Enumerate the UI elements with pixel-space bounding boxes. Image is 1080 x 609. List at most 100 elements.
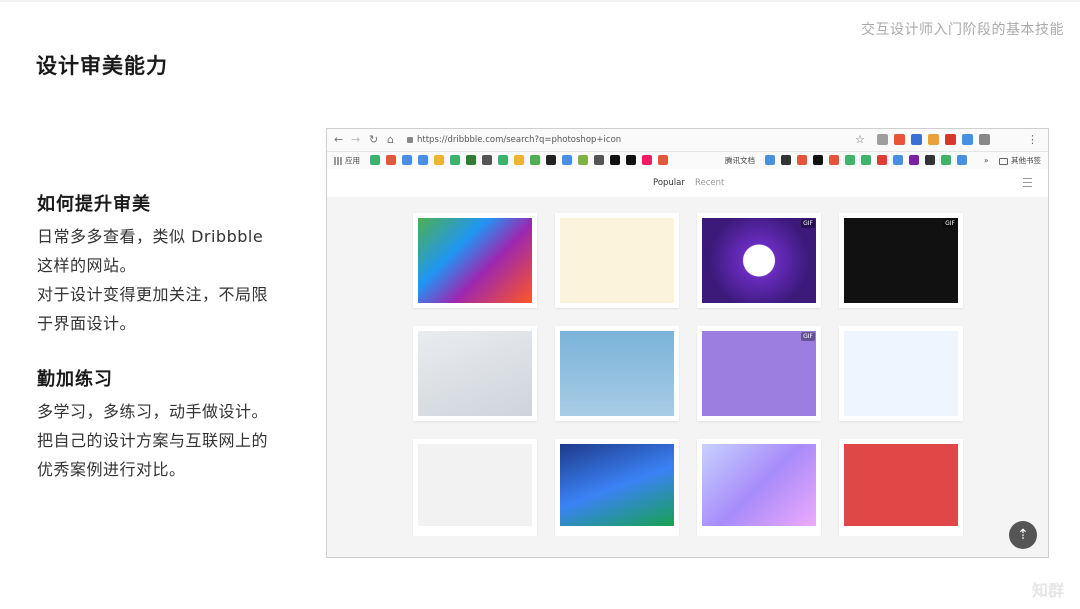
gif-badge: GIF xyxy=(801,219,815,228)
scroll-to-top-button[interactable]: ⇡ xyxy=(1009,521,1037,549)
bookmark-favicon[interactable] xyxy=(546,155,556,165)
address-bar: ← → ↻ ⌂ https://dribbble.com/search?q=ph… xyxy=(327,129,1048,152)
shot-card[interactable] xyxy=(555,439,679,534)
text-line: 日常多多查看，类似 Dribbble xyxy=(37,227,264,246)
top-divider xyxy=(0,0,1080,2)
dribbble-page: Popular Recent GIF GIF GIF ⇡ xyxy=(327,169,1048,557)
shot-isometric xyxy=(418,444,532,529)
bookmark-favicon[interactable] xyxy=(450,155,460,165)
bookmark-favicon[interactable] xyxy=(466,155,476,165)
shot-card[interactable] xyxy=(413,439,537,534)
section-body-practice: 多学习，多练习，动手做设计。 把自己的设计方案与互联网上的 优秀案例进行对比。 xyxy=(37,397,317,484)
bookmark-favicon[interactable] xyxy=(626,155,636,165)
bookmarks-more[interactable]: » xyxy=(984,155,989,166)
text-line: 把自己的设计方案与互联网上的 xyxy=(37,431,269,450)
bookmark-favicon[interactable] xyxy=(402,155,412,165)
shot-travel-app xyxy=(844,331,958,416)
filter-icon[interactable] xyxy=(1023,178,1032,187)
next-row-partial xyxy=(413,526,963,536)
bookmark-favicon[interactable] xyxy=(386,155,396,165)
bookmark-tencent-docs[interactable]: 腾讯文档 xyxy=(725,155,755,166)
shot-card[interactable] xyxy=(413,326,537,421)
back-icon[interactable]: ← xyxy=(334,132,343,148)
shot-card[interactable]: GIF xyxy=(697,213,821,308)
bookmark-favicon[interactable] xyxy=(418,155,428,165)
reload-icon[interactable]: ↻ xyxy=(369,132,378,148)
extension-icon[interactable] xyxy=(962,134,973,145)
shot-dark-phone xyxy=(844,218,958,303)
apps-label: 应用 xyxy=(345,156,360,165)
slide-title: 设计审美能力 xyxy=(36,54,168,78)
shot-card[interactable] xyxy=(555,326,679,421)
bookmark-favicon[interactable] xyxy=(594,155,604,165)
text-line: 优秀案例进行对比。 xyxy=(37,460,186,479)
extension-icon[interactable] xyxy=(928,134,939,145)
watermark-logo: 知群 xyxy=(1031,581,1064,600)
other-bookmarks[interactable]: 其他书签 xyxy=(999,155,1041,166)
shot-card[interactable] xyxy=(839,439,963,534)
gif-badge: GIF xyxy=(943,219,957,228)
bookmark-favicon[interactable] xyxy=(845,155,855,165)
text-line: 对于设计变得更加关注，不局限 xyxy=(37,285,269,304)
extension-icon[interactable] xyxy=(894,134,905,145)
bookmark-favicon[interactable] xyxy=(658,155,668,165)
extension-icon[interactable] xyxy=(911,134,922,145)
bookmark-favicon[interactable] xyxy=(562,155,572,165)
shot-card[interactable] xyxy=(839,326,963,421)
apps-bookmark[interactable]: 应用 xyxy=(334,155,360,166)
bookmark-favicon[interactable] xyxy=(610,155,620,165)
shot-card[interactable] xyxy=(555,213,679,308)
bookmark-favicon[interactable] xyxy=(797,155,807,165)
bookmark-favicon[interactable] xyxy=(829,155,839,165)
tab-recent[interactable]: Recent xyxy=(695,178,724,188)
bookmark-favicon[interactable] xyxy=(877,155,887,165)
url-input[interactable]: https://dribbble.com/search?q=photoshop+… xyxy=(407,132,847,148)
section-heading-practice: 勤加练习 xyxy=(37,369,113,390)
shot-purple-virus xyxy=(702,331,816,416)
shot-onboarding xyxy=(560,218,674,303)
bookmark-favicon[interactable] xyxy=(370,155,380,165)
menu-icon[interactable]: ⋮ xyxy=(1027,132,1038,148)
bookmark-favicon[interactable] xyxy=(781,155,791,165)
section-body-improve: 日常多多查看，类似 Dribbble 这样的网站。 对于设计变得更加关注，不局限… xyxy=(37,222,317,338)
extension-icon[interactable] xyxy=(877,134,888,145)
text-line: 多学习，多练习，动手做设计。 xyxy=(37,402,269,421)
apps-grid-icon xyxy=(334,157,342,165)
bookmark-favicon[interactable] xyxy=(530,155,540,165)
shot-card[interactable]: GIF xyxy=(697,326,821,421)
bookmark-favicon[interactable] xyxy=(925,155,935,165)
bookmark-favicon[interactable] xyxy=(909,155,919,165)
text-line: 这样的网站。 xyxy=(37,256,137,275)
section-heading-improve: 如何提升审美 xyxy=(37,194,151,215)
browser-screenshot: ← → ↻ ⌂ https://dribbble.com/search?q=ph… xyxy=(326,128,1049,558)
bookmark-favicon[interactable] xyxy=(957,155,967,165)
shot-gradient-phones xyxy=(702,444,816,529)
tab-popular[interactable]: Popular xyxy=(653,178,685,188)
bookmark-favicon[interactable] xyxy=(813,155,823,165)
bookmark-favicon[interactable] xyxy=(578,155,588,165)
bookmark-favicon[interactable] xyxy=(765,155,775,165)
text-line: 于界面设计。 xyxy=(37,314,137,333)
left-text-panel: 如何提升审美 日常多多查看，类似 Dribbble 这样的网站。 对于设计变得更… xyxy=(37,190,317,484)
bookmarks-bar: 应用 腾讯文档 » 其他书签 xyxy=(327,152,1048,170)
bookmark-favicon[interactable] xyxy=(861,155,871,165)
shot-card[interactable] xyxy=(697,439,821,534)
shot-30000-illustration xyxy=(560,444,674,529)
extension-icon[interactable] xyxy=(979,134,990,145)
shot-contacts-list xyxy=(418,331,532,416)
shot-card[interactable]: GIF xyxy=(839,213,963,308)
forward-icon[interactable]: → xyxy=(351,132,360,148)
bookmark-favicon[interactable] xyxy=(434,155,444,165)
shot-health-poster xyxy=(560,331,674,416)
bookmark-favicon[interactable] xyxy=(498,155,508,165)
bookmark-favicon[interactable] xyxy=(514,155,524,165)
bookmark-favicon[interactable] xyxy=(941,155,951,165)
bookmark-favicon[interactable] xyxy=(642,155,652,165)
home-icon[interactable]: ⌂ xyxy=(387,132,394,148)
bookmark-favicon[interactable] xyxy=(482,155,492,165)
bookmark-favicon[interactable] xyxy=(893,155,903,165)
bookmark-star-icon[interactable]: ☆ xyxy=(855,132,865,148)
shot-card[interactable] xyxy=(413,213,537,308)
shot-comet-app xyxy=(702,218,816,303)
extension-icon[interactable] xyxy=(945,134,956,145)
